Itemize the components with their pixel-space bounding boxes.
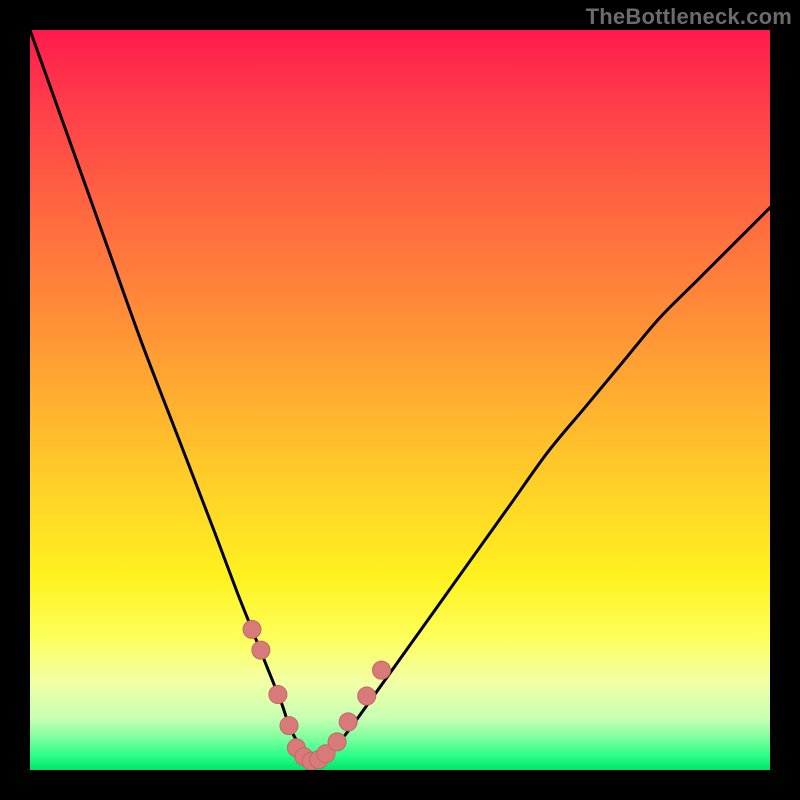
curve-marker [243, 620, 261, 638]
curve-marker [252, 641, 270, 659]
curve-markers [243, 620, 391, 770]
plot-area [30, 30, 770, 770]
watermark-text: TheBottleneck.com [586, 4, 792, 30]
curve-marker [269, 686, 287, 704]
curve-marker [339, 713, 357, 731]
bottleneck-curve [30, 30, 770, 764]
curve-marker [373, 661, 391, 679]
chart-frame: TheBottleneck.com [0, 0, 800, 800]
curve-marker [358, 687, 376, 705]
curve-marker [328, 733, 346, 751]
curve-layer [30, 30, 770, 770]
curve-marker [280, 717, 298, 735]
